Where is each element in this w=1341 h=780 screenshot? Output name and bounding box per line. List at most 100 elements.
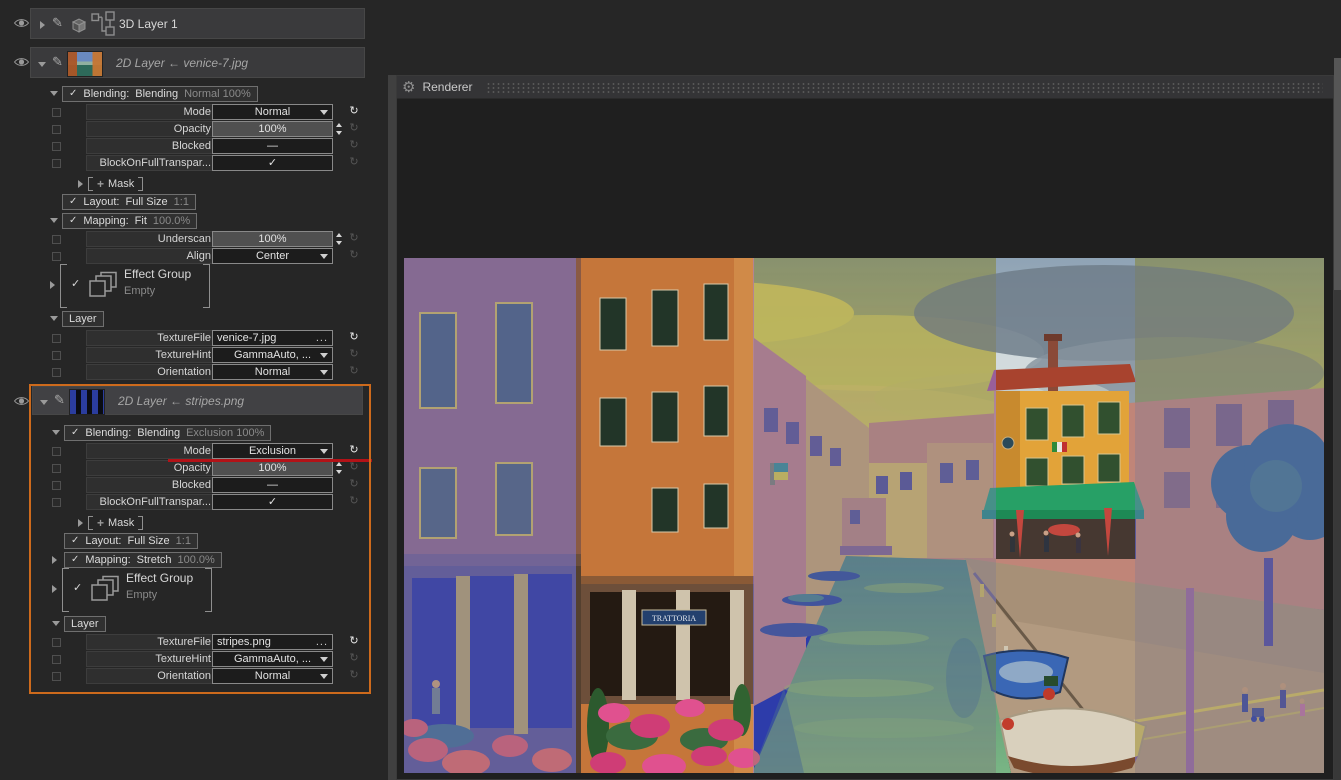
browse-button[interactable]: ... — [316, 635, 328, 649]
reset-icon[interactable]: ↻ — [347, 477, 361, 492]
mask-item[interactable]: + Mask — [88, 515, 143, 531]
section-header-mapping[interactable]: ✓ Mapping: Stretch 100.0% — [64, 552, 222, 568]
vertical-scrollbar[interactable] — [1334, 58, 1341, 780]
animate-checkbox[interactable] — [52, 481, 61, 490]
animate-checkbox[interactable] — [52, 655, 61, 664]
orientation-dropdown[interactable]: Normal — [212, 668, 333, 684]
check-icon[interactable]: ✓ — [69, 214, 77, 228]
texturehint-dropdown[interactable]: GammaAuto, ... — [212, 651, 333, 667]
check-icon[interactable]: ✓ — [71, 553, 79, 567]
collapse-down-icon[interactable] — [50, 218, 58, 223]
block-checkbox-field[interactable]: ✓ — [212, 155, 333, 171]
edit-pencil-icon[interactable]: ✎ — [52, 15, 63, 31]
gear-icon[interactable]: ⚙ — [402, 78, 415, 96]
animate-checkbox[interactable] — [52, 159, 61, 168]
layer-header-3d[interactable]: ✎ 3D Layer 1 — [30, 8, 365, 39]
reset-icon[interactable]: ↻ — [347, 121, 361, 136]
reset-icon[interactable]: ↻ — [347, 330, 361, 345]
collapse-right-icon[interactable] — [50, 281, 55, 289]
blocked-field[interactable]: — — [212, 138, 333, 154]
animate-checkbox[interactable] — [52, 142, 61, 151]
opacity-field[interactable]: 100% — [212, 121, 333, 137]
collapse-right-icon[interactable] — [52, 556, 57, 564]
check-icon[interactable]: ✓ — [69, 195, 77, 209]
texturehint-dropdown[interactable]: GammaAuto, ... — [212, 347, 333, 363]
section-header-layout[interactable]: ✓ Layout: Full Size 1:1 — [62, 194, 196, 210]
reset-icon[interactable]: ↻ — [347, 443, 361, 458]
section-header-layout[interactable]: ✓ Layout: Full Size 1:1 — [64, 533, 198, 549]
edit-pencil-icon[interactable]: ✎ — [54, 392, 65, 408]
mode-dropdown[interactable]: Exclusion — [212, 443, 333, 459]
mode-dropdown[interactable]: Normal — [212, 104, 333, 120]
panel-splitter[interactable] — [388, 75, 396, 780]
orientation-dropdown[interactable]: Normal — [212, 364, 333, 380]
spinner-stepper[interactable] — [335, 231, 344, 247]
spinner-stepper[interactable] — [335, 121, 344, 137]
reset-icon[interactable]: ↻ — [347, 460, 361, 475]
block-checkbox-field[interactable]: ✓ — [212, 494, 333, 510]
section-header-blending[interactable]: ✓ Blending: Blending Exclusion 100% — [64, 425, 271, 441]
plus-icon[interactable]: + — [97, 178, 104, 190]
section-header-layer[interactable]: Layer — [62, 311, 104, 327]
animate-checkbox[interactable] — [52, 125, 61, 134]
collapse-down-icon[interactable] — [50, 91, 58, 96]
check-icon[interactable]: ✓ — [71, 534, 79, 548]
reset-icon[interactable]: ↻ — [347, 138, 361, 153]
animate-checkbox[interactable] — [52, 235, 61, 244]
section-header-layer[interactable]: Layer — [64, 616, 106, 632]
effect-group[interactable]: ✓ Effect Group Empty — [62, 568, 212, 610]
spinner-stepper[interactable] — [335, 460, 344, 476]
reset-icon[interactable]: ↻ — [347, 248, 361, 263]
underscan-field[interactable]: 100% — [212, 231, 333, 247]
section-header-mapping[interactable]: ✓ Mapping: Fit 100.0% — [62, 213, 197, 229]
check-icon[interactable]: ✓ — [73, 581, 82, 594]
collapse-down-icon[interactable] — [52, 430, 60, 435]
animate-checkbox[interactable] — [52, 334, 61, 343]
align-dropdown[interactable]: Center — [212, 248, 333, 264]
collapse-right-icon[interactable] — [78, 180, 83, 188]
mask-item[interactable]: + Mask — [88, 176, 143, 192]
collapse-down-icon[interactable] — [38, 62, 46, 67]
reset-icon[interactable]: ↻ — [347, 651, 361, 666]
texturefile-field[interactable]: stripes.png... — [212, 634, 333, 650]
collapse-down-icon[interactable] — [50, 316, 58, 321]
reset-icon[interactable]: ↻ — [347, 364, 361, 379]
animate-checkbox[interactable] — [52, 464, 61, 473]
reset-icon[interactable]: ↻ — [347, 104, 361, 119]
animate-checkbox[interactable] — [52, 252, 61, 261]
animate-checkbox[interactable] — [52, 638, 61, 647]
animate-checkbox[interactable] — [52, 368, 61, 377]
collapse-right-icon[interactable] — [52, 585, 57, 593]
reset-icon[interactable]: ↻ — [347, 231, 361, 246]
plus-icon[interactable]: + — [97, 517, 104, 529]
visibility-eye-icon[interactable] — [13, 56, 30, 71]
reset-icon[interactable]: ↻ — [347, 494, 361, 509]
reset-icon[interactable]: ↻ — [347, 634, 361, 649]
animate-checkbox[interactable] — [52, 447, 61, 456]
check-icon[interactable]: ✓ — [71, 277, 80, 290]
check-icon[interactable]: ✓ — [69, 87, 77, 101]
collapse-right-icon[interactable] — [40, 21, 45, 29]
reset-icon[interactable]: ↻ — [347, 155, 361, 170]
browse-button[interactable]: ... — [316, 331, 328, 345]
blocked-field[interactable]: — — [212, 477, 333, 493]
check-icon[interactable]: ✓ — [71, 426, 79, 440]
animate-checkbox[interactable] — [52, 351, 61, 360]
texturefile-field[interactable]: venice-7.jpg... — [212, 330, 333, 346]
effect-group[interactable]: ✓ Effect Group Empty — [60, 264, 210, 306]
collapse-right-icon[interactable] — [78, 519, 83, 527]
reset-icon[interactable]: ↻ — [347, 668, 361, 683]
section-header-blending[interactable]: ✓ Blending: Blending Normal 100% — [62, 86, 258, 102]
opacity-field[interactable]: 100% — [212, 460, 333, 476]
visibility-eye-icon[interactable] — [13, 395, 30, 410]
layer-header-stripes[interactable]: ✎ 2D Layer ← stripes.png — [32, 386, 363, 415]
animate-checkbox[interactable] — [52, 498, 61, 507]
reset-icon[interactable]: ↻ — [347, 347, 361, 362]
animate-checkbox[interactable] — [52, 672, 61, 681]
edit-pencil-icon[interactable]: ✎ — [52, 54, 63, 70]
collapse-down-icon[interactable] — [40, 400, 48, 405]
animate-checkbox[interactable] — [52, 108, 61, 117]
scrollbar-thumb[interactable] — [1334, 58, 1341, 290]
collapse-down-icon[interactable] — [52, 621, 60, 626]
layer-header-venice[interactable]: ✎ 2D Layer ← venice-7.jpg — [30, 47, 365, 78]
